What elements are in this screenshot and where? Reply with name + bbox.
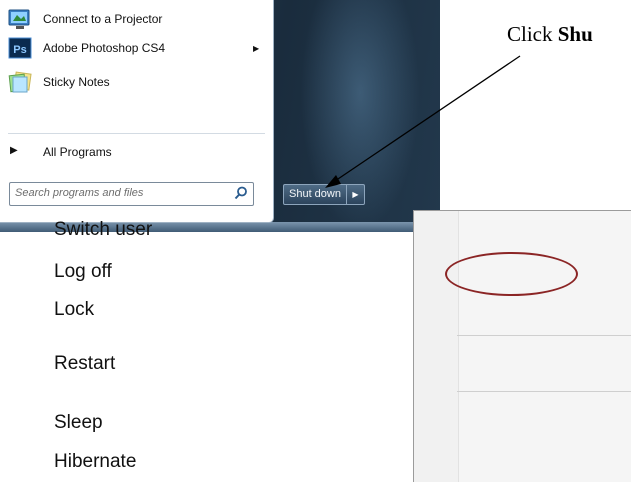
projector-icon xyxy=(8,9,30,29)
photoshop-icon: Ps xyxy=(8,37,32,59)
all-programs-label: All Programs xyxy=(43,145,112,159)
menu-item-lock[interactable]: Lock xyxy=(54,299,94,321)
expand-arrow-icon: ▶ xyxy=(10,145,18,156)
program-item-projector[interactable]: Connect to a Projector xyxy=(0,5,273,33)
menu-divider xyxy=(457,391,631,392)
program-item-sticky-notes[interactable]: Sticky Notes xyxy=(0,68,273,96)
divider xyxy=(8,133,265,134)
menu-item-restart[interactable]: Restart xyxy=(54,353,115,375)
programs-pane: Connect to a Projector Ps Adobe Photosho… xyxy=(0,0,274,223)
menu-gutter xyxy=(414,211,459,482)
program-label: Connect to a Projector xyxy=(43,12,163,26)
search-icon[interactable] xyxy=(233,185,249,201)
program-label: Adobe Photoshop CS4 xyxy=(43,41,166,55)
shut-down-group: Shut down ▶ xyxy=(283,184,365,205)
menu-item-switch-user[interactable]: Switch user xyxy=(54,219,152,241)
all-programs-item[interactable]: ▶ All Programs xyxy=(0,140,273,166)
program-item-photoshop[interactable]: Ps Adobe Photoshop CS4 ▶ xyxy=(0,34,273,62)
shut-down-button[interactable]: Shut down xyxy=(283,184,347,205)
search-input[interactable]: Search programs and files xyxy=(9,182,254,206)
power-options-arrow-button[interactable]: ▶ xyxy=(346,184,365,205)
search-placeholder: Search programs and files xyxy=(15,187,144,199)
menu-item-sleep[interactable]: Sleep xyxy=(54,412,103,434)
power-options-menu xyxy=(413,210,631,482)
program-label: Sticky Notes xyxy=(43,75,110,89)
start-menu: Connect to a Projector Ps Adobe Photosho… xyxy=(0,0,440,232)
submenu-arrow-icon: ▶ xyxy=(253,43,260,53)
instruction-bold: Shu xyxy=(557,22,593,46)
menu-item-log-off[interactable]: Log off xyxy=(54,261,112,283)
svg-text:Ps: Ps xyxy=(13,44,26,56)
instruction-prefix: Click xyxy=(507,22,558,46)
sticky-notes-icon xyxy=(8,71,32,93)
instruction-text: Click Shu xyxy=(507,22,593,47)
menu-divider xyxy=(457,335,631,336)
menu-item-hibernate[interactable]: Hibernate xyxy=(54,451,136,473)
